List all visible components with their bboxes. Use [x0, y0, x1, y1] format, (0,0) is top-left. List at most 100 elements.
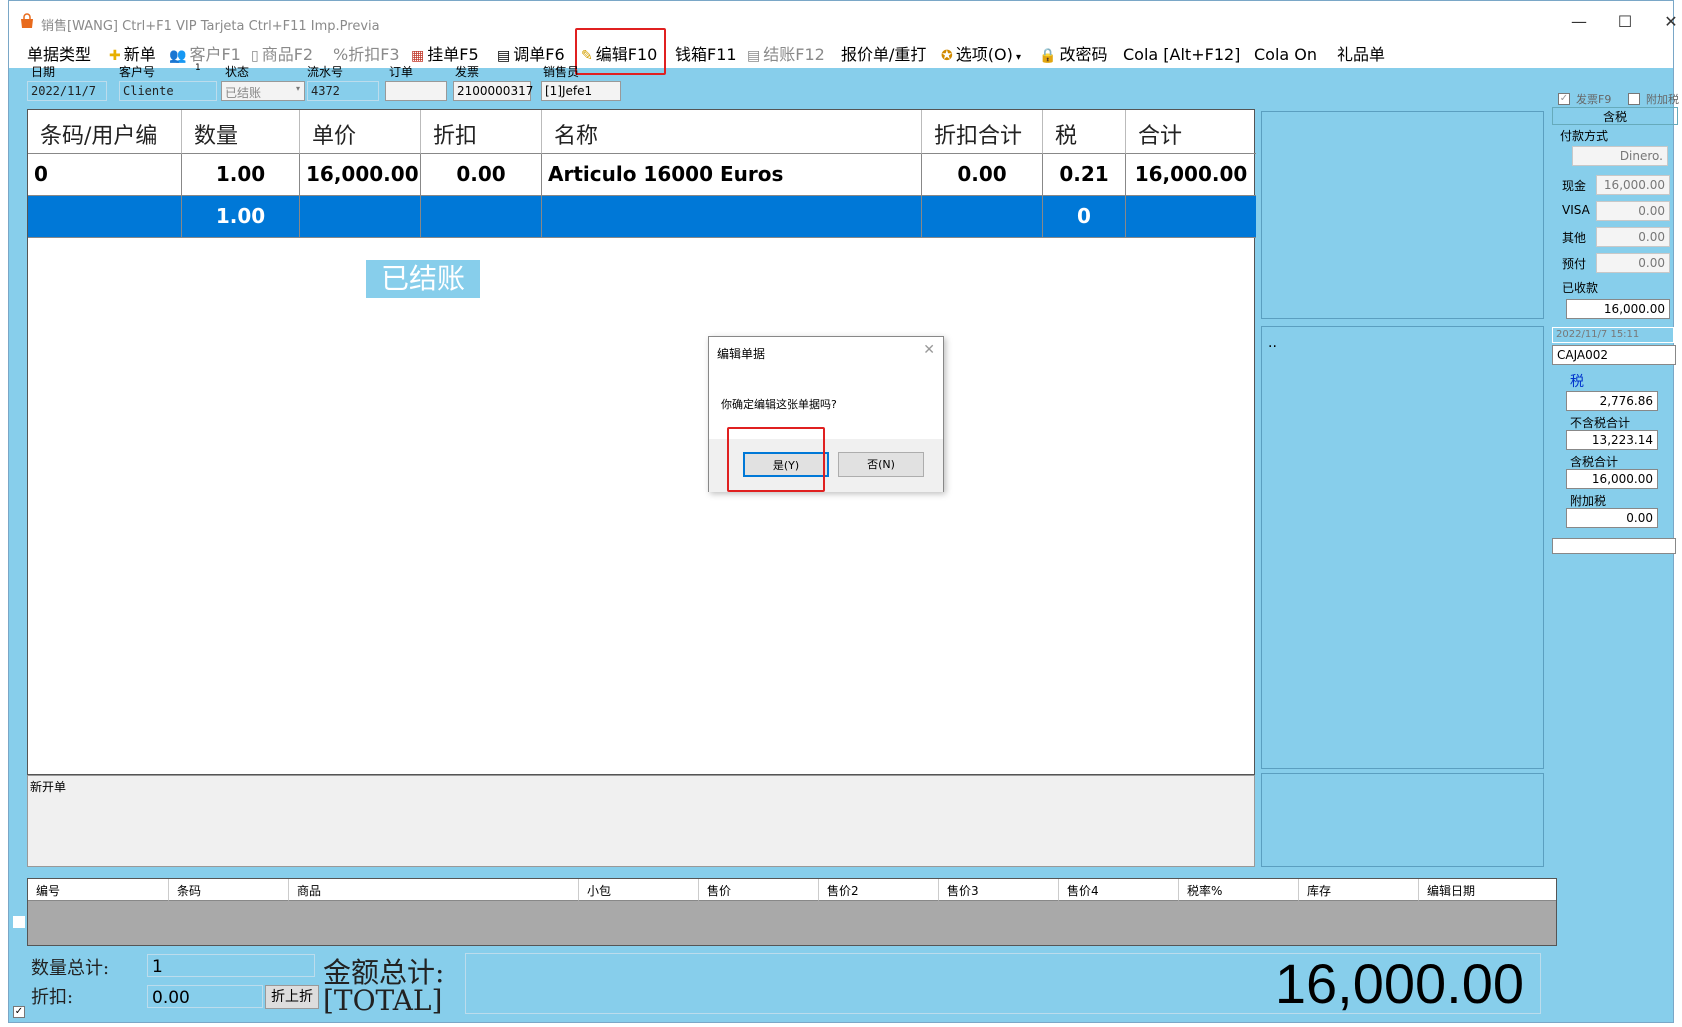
row2-price[interactable]	[300, 196, 421, 238]
col-header-price[interactable]: 单价	[300, 110, 421, 154]
list-header-stock[interactable]: 库存	[1299, 879, 1419, 901]
discount-total-field[interactable]: 0.00	[147, 985, 263, 1008]
invoice-check-label: 发票F9	[1576, 93, 1612, 106]
visa-label: VISA	[1562, 203, 1590, 217]
surcharge-field: 0.00	[1566, 508, 1658, 528]
received-field[interactable]: 16,000.00	[1566, 299, 1670, 319]
date-label: 日期	[31, 65, 56, 79]
payment-method-label: 付款方式	[1560, 129, 1609, 143]
col-header-name[interactable]: 名称	[542, 110, 922, 154]
prepaid-field[interactable]: 0.00	[1596, 253, 1670, 273]
menu-product[interactable]: ▯ 商品F2	[251, 44, 313, 66]
menu-checkout[interactable]: ▤ 结账F12	[747, 44, 825, 66]
order-field[interactable]	[385, 81, 447, 101]
list-header-price[interactable]: 售价	[699, 879, 819, 901]
row2-tax[interactable]: 0	[1043, 196, 1126, 238]
row1-name[interactable]: Articulo 16000 Euros	[542, 154, 922, 196]
list-header-price3[interactable]: 售价3	[939, 879, 1059, 901]
title-bar: 销售[WANG] Ctrl+F1 VIP Tarjeta Ctrl+F11 Im…	[9, 1, 1678, 41]
list-header-tax-rate[interactable]: 税率%	[1179, 879, 1299, 901]
users-icon: 👥	[169, 48, 187, 64]
row1-barcode[interactable]: 0	[28, 154, 182, 196]
date-field[interactable]: 2022/11/7	[27, 81, 107, 101]
pretax-field: 13,223.14	[1566, 430, 1658, 450]
datetime-field: 2022/11/7 15:11	[1552, 327, 1674, 343]
seller-field[interactable]: [1]Jefe1	[541, 81, 621, 101]
window-title: 销售[WANG] Ctrl+F1 VIP Tarjeta Ctrl+F11 Im…	[41, 19, 380, 34]
lock-icon: 🔒	[1039, 48, 1057, 64]
row2-discount[interactable]	[421, 196, 542, 238]
tax-field: 2,776.86	[1566, 391, 1658, 411]
invoice-checkbox[interactable]: ✓	[1558, 93, 1570, 105]
seller-label: 销售员	[543, 65, 580, 79]
customer-count: 1	[195, 63, 201, 73]
cash-label: 现金	[1562, 179, 1587, 193]
menu-cash-drawer[interactable]: 钱箱F11	[675, 44, 737, 66]
list-header-price2[interactable]: 售价2	[819, 879, 939, 901]
surcharge-checkbox[interactable]	[1628, 93, 1640, 105]
close-button[interactable]: ✕	[1651, 9, 1682, 35]
row1-qty[interactable]: 1.00	[182, 154, 300, 196]
row2-barcode[interactable]	[28, 196, 182, 238]
invoice-label: 发票	[455, 65, 480, 79]
col-header-total[interactable]: 合计	[1126, 110, 1256, 154]
tax-included-button[interactable]: 含税	[1552, 107, 1678, 125]
list-header-barcode[interactable]: 条码	[169, 879, 289, 901]
dialog-no-button[interactable]: 否(N)	[838, 452, 924, 477]
pretax-label: 不含税合计	[1570, 416, 1631, 430]
serial-field[interactable]: 4372	[307, 81, 379, 101]
col-header-discount[interactable]: 折扣	[421, 110, 542, 154]
menu-cola-alt[interactable]: Cola [Alt+F12]	[1123, 44, 1240, 66]
recall-icon: ▤	[497, 48, 511, 64]
bottom-checkbox[interactable]: ✓	[13, 1006, 25, 1018]
row1-total[interactable]: 16,000.00	[1126, 154, 1256, 196]
minimize-button[interactable]: —	[1559, 9, 1599, 35]
row1-tax[interactable]: 0.21	[1043, 154, 1126, 196]
menu-options[interactable]: ✪ 选项(O) ▾	[941, 44, 1021, 66]
prepaid-label: 预付	[1562, 257, 1587, 271]
product-icon: ▯	[251, 48, 259, 64]
menu-change-password[interactable]: 🔒 改密码	[1039, 44, 1107, 66]
col-header-qty[interactable]: 数量	[182, 110, 300, 154]
col-header-discount-total[interactable]: 折扣合计	[922, 110, 1043, 154]
shopping-bag-icon	[21, 13, 33, 28]
row1-price[interactable]: 16,000.00	[300, 154, 421, 196]
customer-field[interactable]: Cliente	[119, 81, 217, 101]
order-label: 订单	[389, 65, 414, 79]
product-list[interactable]: 编号 条码 商品 小包 售价 售价2 售价3 售价4 税率% 库存 编辑日期	[27, 878, 1557, 946]
qty-total-field: 1	[147, 954, 315, 977]
row2-qty[interactable]: 1.00	[182, 196, 300, 238]
list-side-checkbox[interactable]	[13, 916, 25, 928]
menu-quote-reprint[interactable]: 报价单/重打	[841, 44, 926, 66]
cash-field[interactable]: 16,000.00	[1596, 175, 1670, 195]
note-area[interactable]: 新开单	[27, 775, 1255, 867]
visa-field[interactable]: 0.00	[1596, 201, 1670, 221]
list-header-pack[interactable]: 小包	[579, 879, 699, 901]
other-label: 其他	[1562, 231, 1587, 245]
highlight-edit-menu	[575, 28, 666, 75]
highlight-yes-button	[727, 427, 825, 492]
extra-discount-button[interactable]: 折上折	[265, 985, 319, 1009]
list-header-id[interactable]: 编号	[28, 879, 169, 901]
col-header-tax[interactable]: 税	[1043, 110, 1126, 154]
row2-name[interactable]	[542, 196, 922, 238]
list-header-edit-date[interactable]: 编辑日期	[1419, 879, 1556, 901]
row1-discount-total[interactable]: 0.00	[922, 154, 1043, 196]
menu-cola-on[interactable]: Cola On	[1254, 44, 1317, 66]
dialog-close-icon[interactable]: ✕	[923, 342, 935, 358]
maximize-button[interactable]: ☐	[1605, 9, 1645, 35]
row1-discount[interactable]: 0.00	[421, 154, 542, 196]
amount-total-label-en: [TOTAL]	[323, 984, 443, 1017]
extra-field[interactable]	[1552, 538, 1676, 554]
payment-method-field[interactable]: Dinero.	[1572, 146, 1668, 166]
row2-total[interactable]	[1126, 196, 1256, 238]
invoice-field[interactable]: 2100000317	[453, 81, 533, 101]
col-header-barcode[interactable]: 条码/用户编	[28, 110, 182, 154]
list-header-product[interactable]: 商品	[289, 879, 579, 901]
menu-gift[interactable]: 礼品单	[1337, 44, 1385, 66]
other-field[interactable]: 0.00	[1596, 227, 1670, 247]
list-header-price4[interactable]: 售价4	[1059, 879, 1179, 901]
row2-discount-total[interactable]	[922, 196, 1043, 238]
paid-stamp: 已结账	[366, 260, 480, 298]
status-select[interactable]: 已结账 ▾	[221, 81, 305, 101]
